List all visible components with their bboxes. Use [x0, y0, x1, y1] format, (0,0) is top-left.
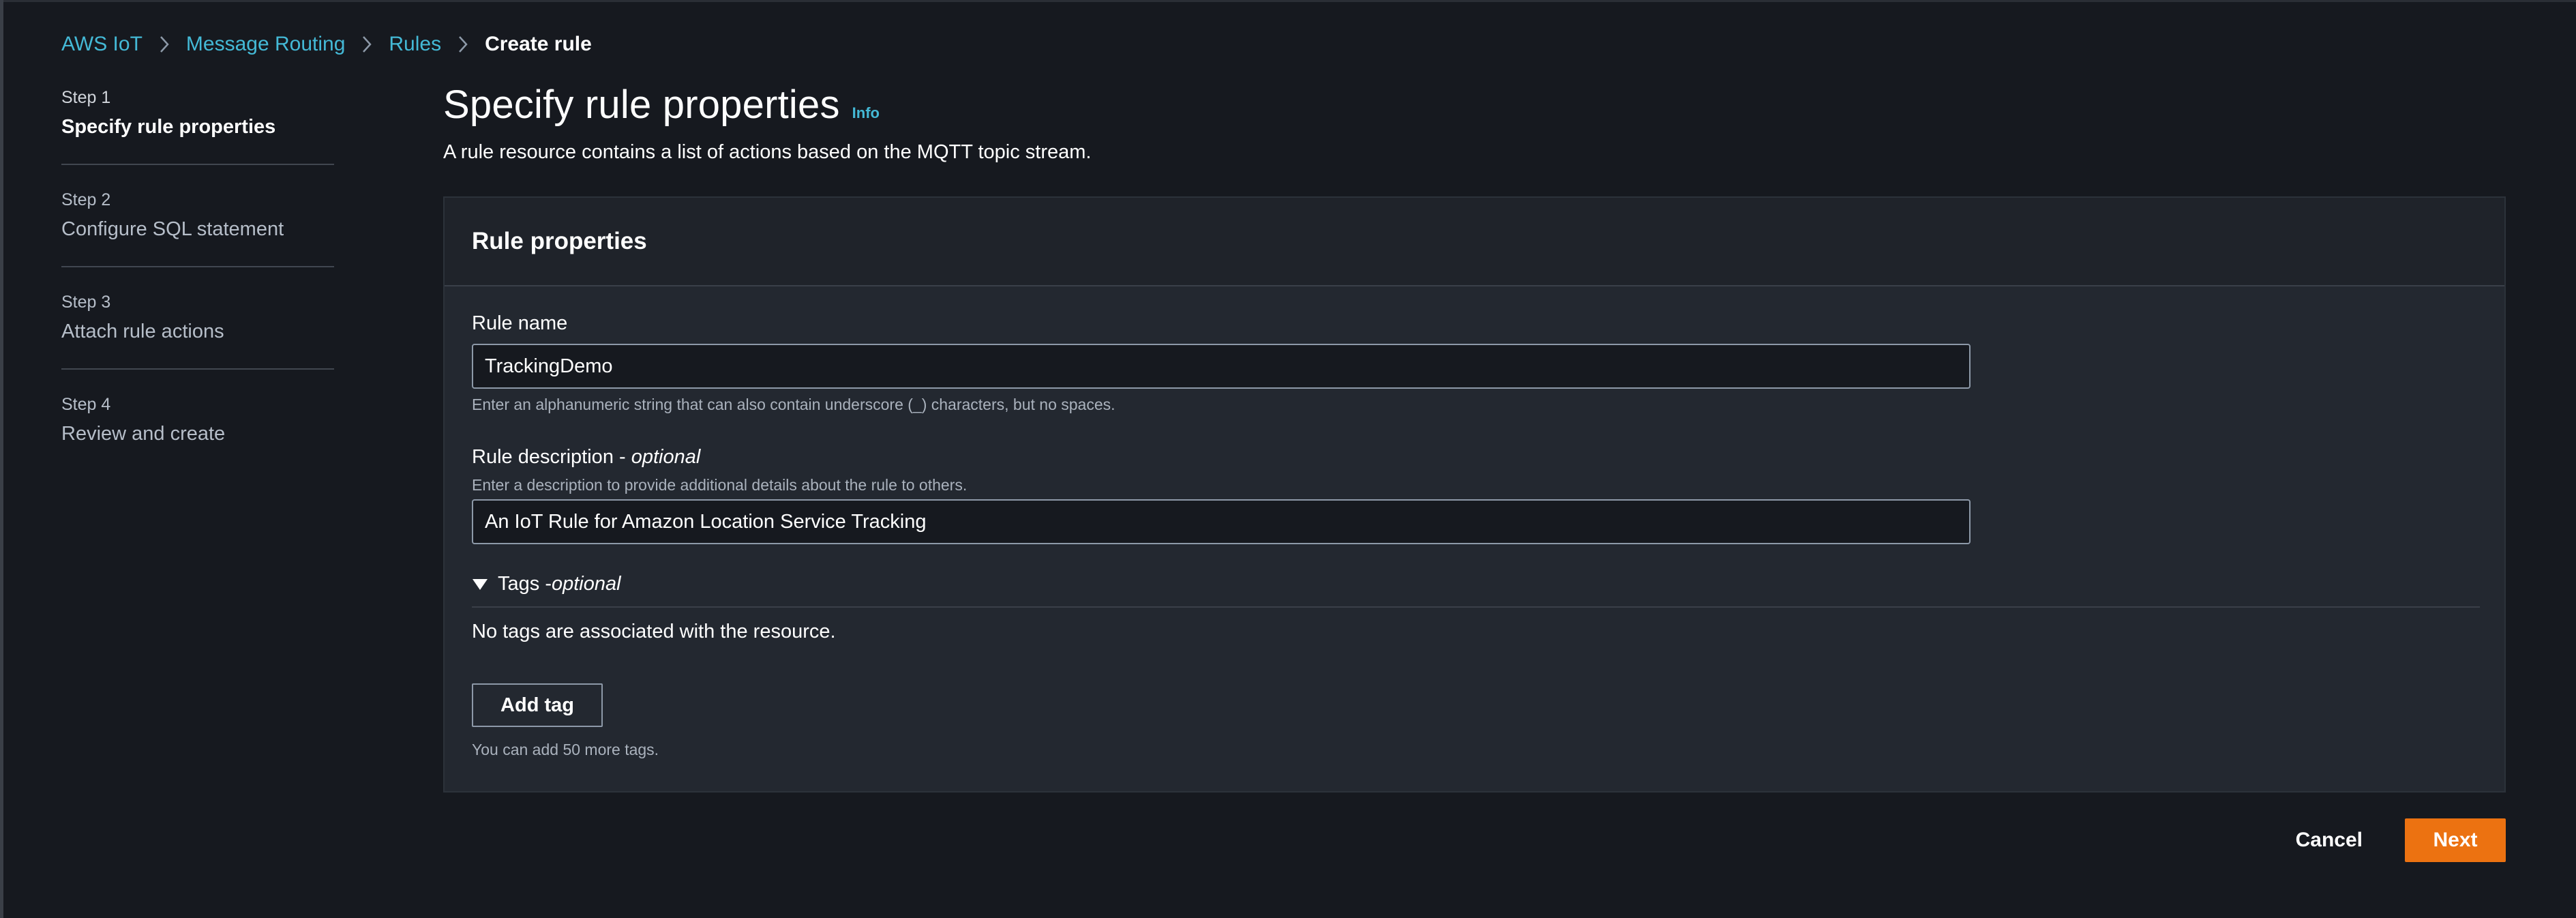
tags-limit-hint: You can add 50 more tags. [472, 741, 659, 758]
step-number: Step 2 [61, 190, 111, 209]
optional-label: optional [631, 446, 701, 468]
chevron-right-icon [143, 30, 186, 59]
rule-description-input[interactable]: An IoT Rule for Amazon Location Service … [472, 499, 1971, 544]
step-title: Configure SQL statement [61, 218, 284, 240]
optional-label: optional [551, 573, 621, 595]
step-4: Step 4 Review and create [61, 393, 334, 495]
panel-header: Rule properties [445, 198, 2504, 286]
chevron-right-icon [441, 30, 485, 59]
step-title: Attach rule actions [61, 321, 224, 342]
chevron-right-icon [345, 30, 389, 59]
breadcrumb-aws-iot[interactable]: AWS IoT [61, 33, 143, 56]
rule-name-label: Rule name [472, 312, 568, 334]
rule-name-hint: Enter an alphanumeric string that can al… [472, 396, 1115, 413]
caret-down-icon [473, 578, 488, 590]
step-title: Specify rule properties [61, 116, 276, 138]
step-1: Step 1 Specify rule properties [61, 86, 334, 188]
page-description: A rule resource contains a list of actio… [443, 141, 1092, 163]
tags-expander[interactable]: Tags - optional [472, 573, 621, 595]
rule-name-input[interactable]: TrackingDemo [472, 344, 1971, 389]
page-title: Specify rule properties [443, 83, 840, 127]
step-number: Step 1 [61, 88, 111, 107]
rule-description-label: Rule description - optional [472, 446, 700, 469]
wizard-steps: Step 1 Specify rule properties Step 2 Co… [61, 86, 334, 495]
rule-description-hint: Enter a description to provide additiona… [472, 476, 968, 494]
breadcrumb-message-routing[interactable]: Message Routing [186, 33, 345, 56]
step-2: Step 2 Configure SQL statement [61, 188, 334, 291]
window-top-border [0, 0, 2576, 2]
cancel-button[interactable]: Cancel [2274, 818, 2384, 862]
window-left-border [0, 0, 3, 918]
step-divider [61, 164, 334, 165]
add-tag-button[interactable]: Add tag [472, 683, 603, 727]
step-divider [61, 368, 334, 370]
breadcrumb: AWS IoT Message Routing Rules Create rul… [61, 30, 592, 59]
step-number: Step 4 [61, 395, 111, 414]
step-divider [61, 266, 334, 267]
step-title: Review and create [61, 423, 226, 445]
breadcrumb-rules[interactable]: Rules [389, 33, 441, 56]
step-number: Step 3 [61, 293, 111, 312]
no-tags-message: No tags are associated with the resource… [472, 621, 836, 642]
step-3: Step 3 Attach rule actions [61, 291, 334, 393]
footer-actions: Cancel Next [2274, 818, 2506, 862]
next-button[interactable]: Next [2405, 818, 2506, 862]
tags-label: Tags - [498, 573, 552, 595]
info-link[interactable]: Info [852, 104, 880, 122]
main-content: Specify rule properties Info A rule reso… [443, 82, 2506, 793]
rule-description-label-text: Rule description - [472, 446, 631, 468]
panel-title: Rule properties [472, 228, 647, 254]
tags-divider [472, 606, 2480, 608]
breadcrumb-current: Create rule [485, 33, 592, 55]
page-header: Specify rule properties Info [443, 82, 2506, 128]
rule-properties-panel: Rule properties Rule name TrackingDemo E… [443, 196, 2506, 793]
